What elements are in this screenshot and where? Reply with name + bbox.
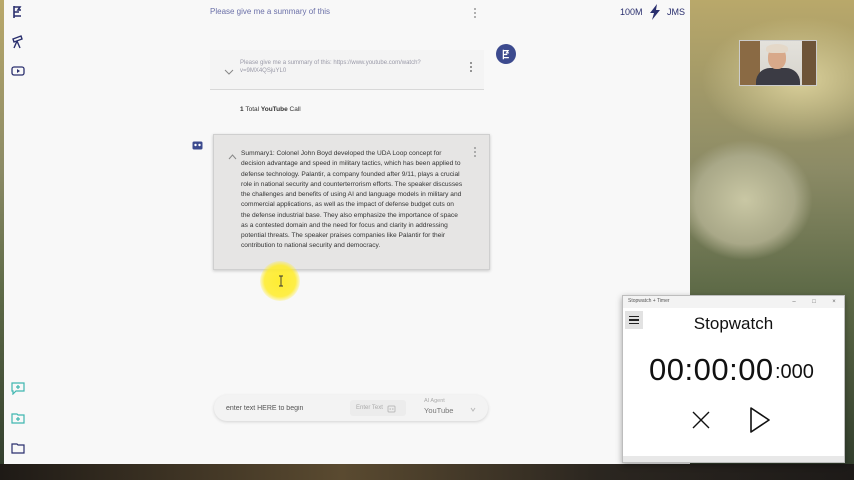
kebab-icon[interactable] [472, 6, 478, 20]
close-icon[interactable]: × [829, 297, 839, 307]
app-window: Please give me a summary of this 100M JM… [4, 0, 690, 464]
call-count-number: 1 [240, 106, 244, 113]
text-cursor-icon [277, 274, 285, 287]
webcam-overlay [739, 40, 817, 86]
menu-icon-bar [629, 319, 639, 321]
webcam-person-hair [766, 44, 788, 53]
stopwatch-window-title: Stopwatch + Timer [628, 298, 670, 304]
call-count-label: Total [245, 106, 260, 113]
stopwatch-heading: Stopwatch [693, 314, 774, 333]
robot-icon [387, 405, 396, 412]
stopwatch-titlebar: Stopwatch + Timer – □ × [623, 296, 844, 308]
summary-text: Summary1: Colonel John Boyd developed th… [241, 150, 463, 250]
webcam-bookshelf [802, 41, 816, 85]
folder-plus-icon[interactable] [11, 411, 25, 425]
call-count: 1 Total YouTube Call [240, 106, 301, 113]
chat-input-bar: Enter Text AI Agent YouTube [214, 395, 488, 421]
video-icon[interactable] [11, 64, 25, 78]
reset-icon[interactable] [689, 408, 713, 432]
prompt-text: Please give me a summary of this: https:… [240, 60, 421, 74]
chevron-up-icon[interactable] [228, 147, 237, 160]
agent-select-label: AI Agent [424, 398, 445, 404]
menu-icon-bar [629, 322, 639, 325]
enter-text-label: Enter Text [356, 405, 383, 411]
minimize-icon[interactable]: – [789, 297, 799, 307]
logo-icon[interactable] [11, 5, 25, 19]
left-sidebar [4, 0, 32, 464]
call-count-service: YouTube [260, 106, 288, 113]
credits-balance: 100M [620, 7, 643, 17]
kebab-icon[interactable] [472, 145, 478, 159]
user-initials[interactable]: JMS [667, 7, 685, 17]
stopwatch-window: Stopwatch + Timer – □ × Stopwatch 00:00:… [622, 295, 845, 463]
logo-icon [502, 49, 509, 59]
agent-select-value: YouTube [424, 406, 454, 415]
robot-icon [192, 138, 203, 150]
menu-icon-bar [629, 315, 639, 318]
stopwatch-time: 00:00:00 [649, 352, 774, 387]
enter-text-button[interactable]: Enter Text [350, 400, 406, 416]
kebab-icon[interactable] [468, 60, 474, 74]
bolt-icon [649, 4, 661, 20]
stopwatch-milliseconds: :000 [775, 361, 814, 383]
telescope-icon[interactable] [11, 35, 25, 49]
play-icon[interactable] [748, 406, 772, 434]
chat-plus-icon[interactable] [11, 381, 25, 395]
agent-avatar [496, 44, 516, 64]
prompt-card: Please give me a summary of this: https:… [210, 50, 484, 90]
chevron-down-icon[interactable] [224, 63, 234, 75]
summary-card: Summary1: Colonel John Boyd developed th… [213, 134, 490, 270]
webcam-person-body [756, 68, 800, 85]
maximize-icon[interactable]: □ [809, 297, 819, 307]
stopwatch-bottom-bar [623, 456, 844, 462]
menu-icon[interactable] [625, 311, 643, 329]
agent-select[interactable]: AI Agent YouTube [420, 398, 476, 418]
folder-icon[interactable] [11, 441, 25, 455]
desktop-bottom-strip [0, 464, 854, 480]
chevron-down-icon [470, 407, 476, 412]
chat-input[interactable] [226, 401, 346, 415]
call-count-suffix: Call [289, 106, 301, 113]
conversation-title: Please give me a summary of this [210, 7, 331, 16]
